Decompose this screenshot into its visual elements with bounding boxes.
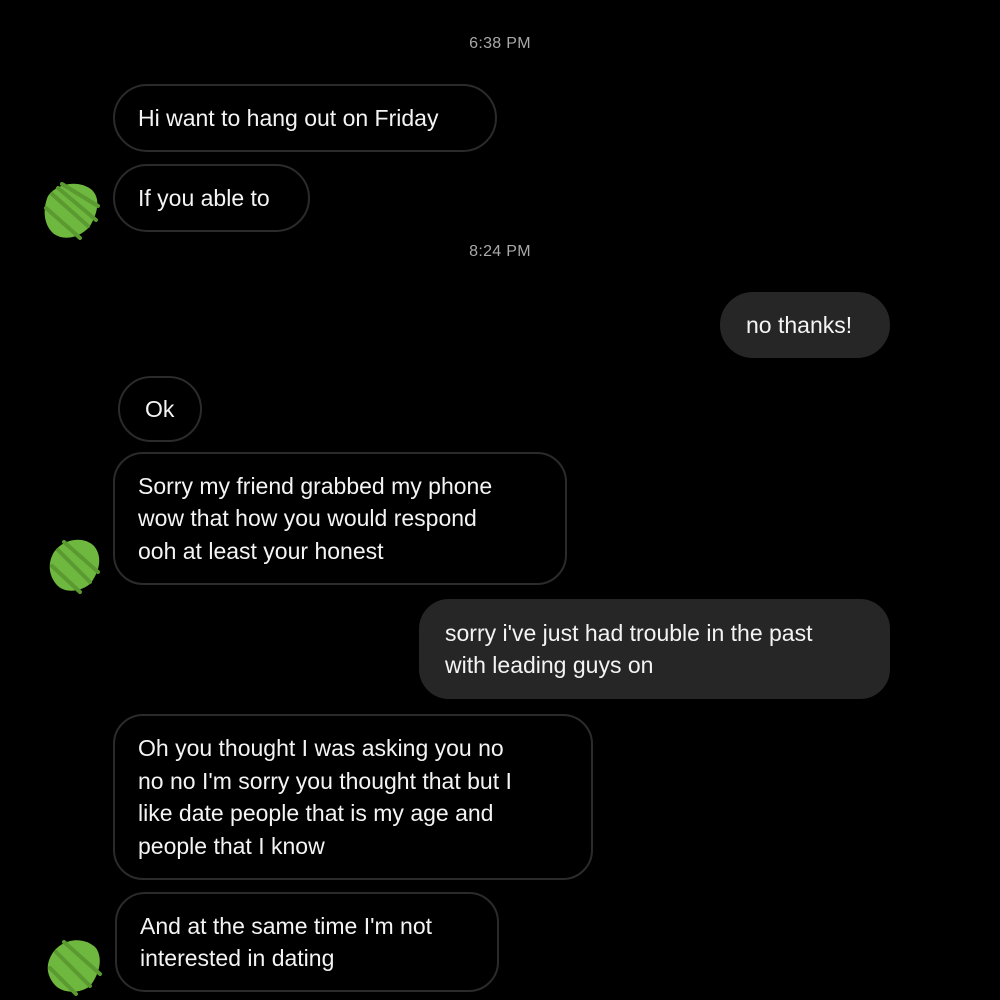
outgoing-message[interactable]: sorry i've just had trouble in the past … <box>419 599 890 699</box>
outgoing-message[interactable]: no thanks! <box>720 292 890 358</box>
timestamp-1: 6:38 PM <box>469 35 531 52</box>
incoming-message[interactable]: Ok <box>118 376 202 442</box>
redacted-avatar-icon[interactable] <box>40 176 102 244</box>
redacted-avatar-icon[interactable] <box>44 930 106 998</box>
timestamp-2: 8:24 PM <box>469 243 531 260</box>
incoming-message[interactable]: If you able to <box>113 164 310 232</box>
incoming-message[interactable]: Oh you thought I was asking you no no no… <box>113 714 593 880</box>
redacted-avatar-icon[interactable] <box>44 530 106 598</box>
incoming-message[interactable]: And at the same time I'm not interested … <box>115 892 499 992</box>
incoming-message[interactable]: Sorry my friend grabbed my phone wow tha… <box>113 452 567 585</box>
incoming-message[interactable]: Hi want to hang out on Friday <box>113 84 497 152</box>
